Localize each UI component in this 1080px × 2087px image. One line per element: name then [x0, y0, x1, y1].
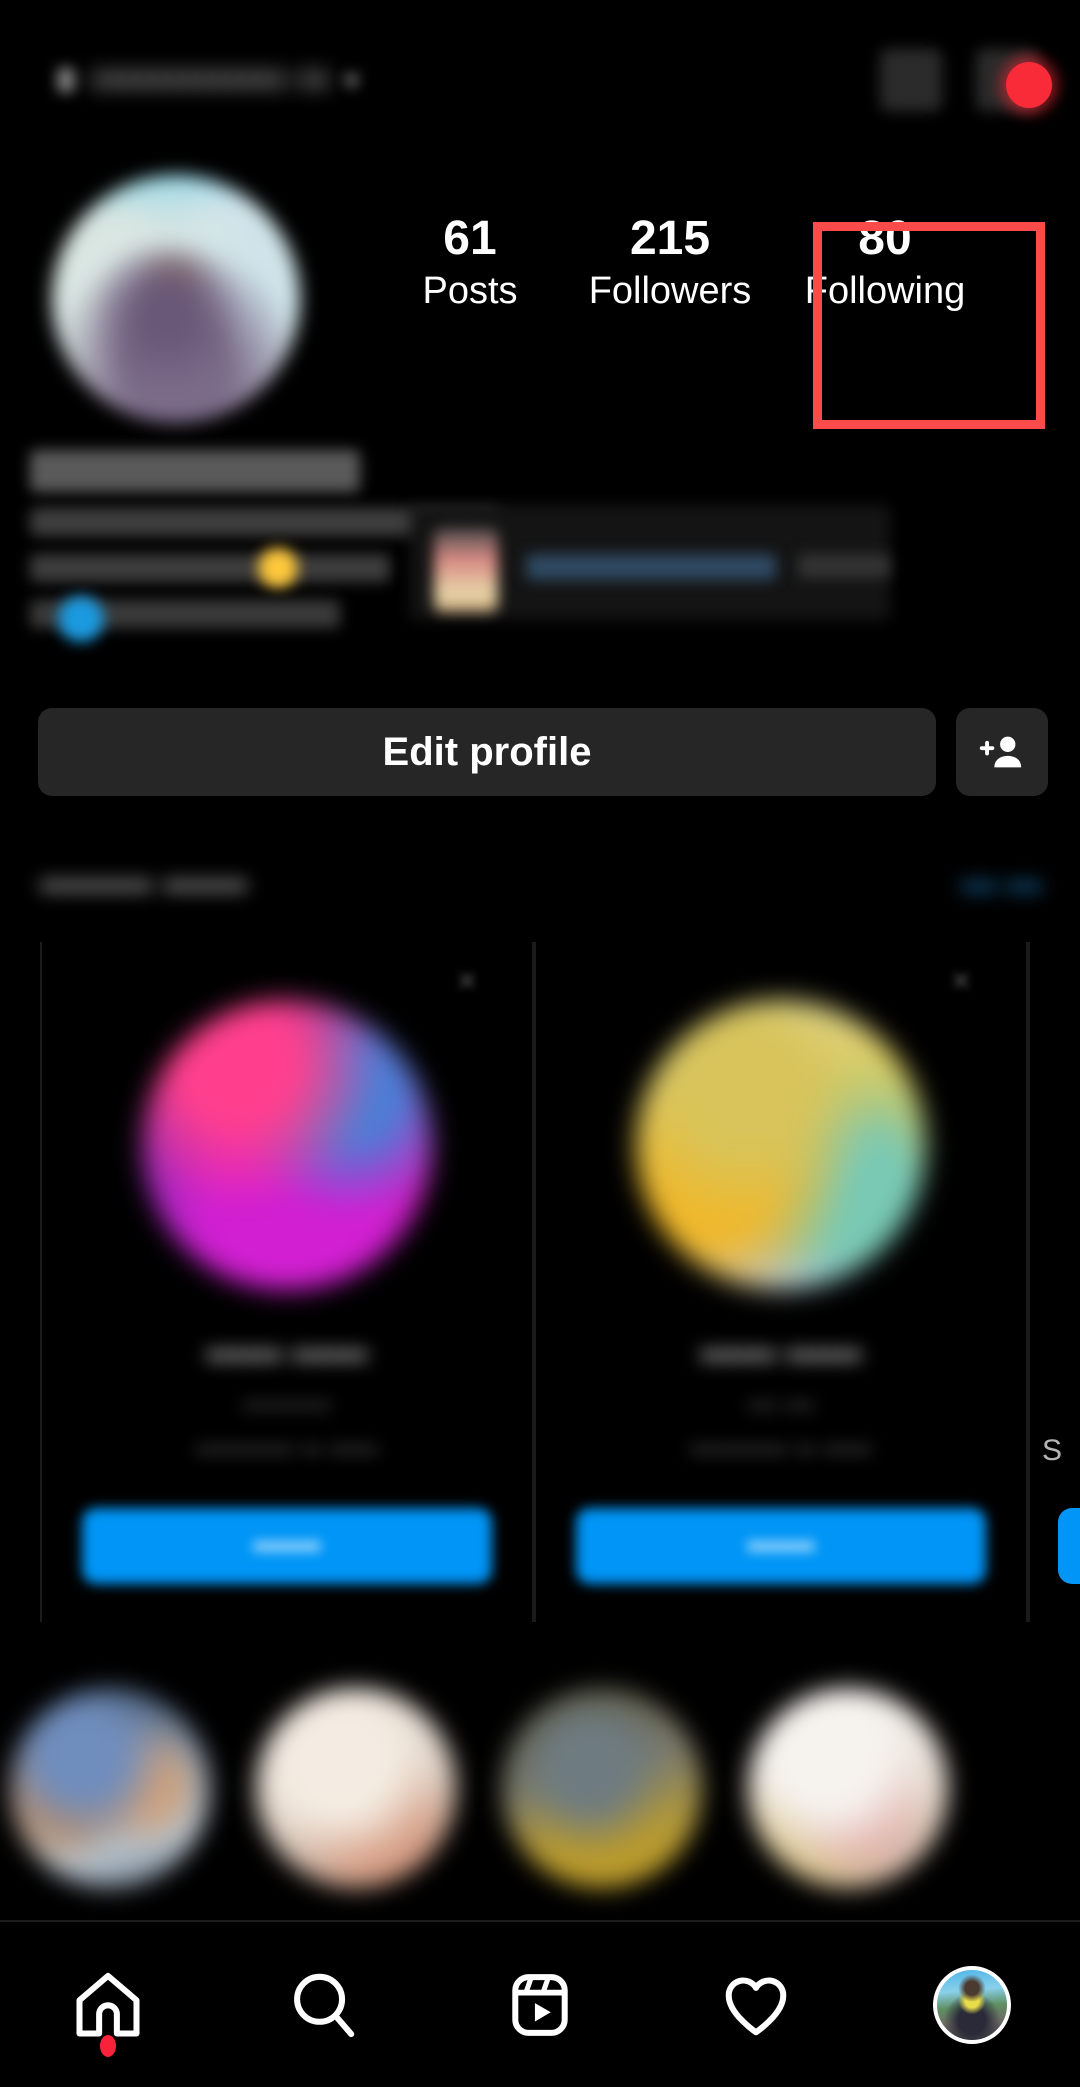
bio-verified-badge-icon [58, 596, 104, 642]
story-highlights-row[interactable] [0, 1668, 1080, 1908]
close-icon[interactable]: ✕ [948, 968, 974, 994]
discover-people-header: •••••••• •••••• ••• ••• [0, 858, 1080, 934]
story-highlight-3[interactable] [502, 1688, 702, 1888]
stat-posts[interactable]: 61 Posts [370, 211, 570, 317]
discover-people-carousel[interactable]: ✕ •••••• •••••• ••••••••• •••••••••• •• … [40, 942, 1080, 1622]
posts-count: 61 [370, 211, 570, 266]
nav-search[interactable] [234, 1945, 414, 2065]
suggestion-card[interactable]: S [1028, 942, 1080, 1622]
profile-header: 61 Posts 215 Followers 80 Following [0, 175, 1080, 425]
bio-linked-account-avatar [434, 528, 498, 612]
follow-button[interactable] [1058, 1508, 1080, 1584]
suggestion-subtitle: ••••••••• [72, 1390, 502, 1422]
notification-badge-dot [1006, 62, 1052, 108]
followers-count: 215 [570, 211, 770, 266]
profile-avatar[interactable] [52, 175, 300, 423]
search-icon [286, 1967, 362, 2043]
nav-reels[interactable] [450, 1945, 630, 2065]
profile-bio [30, 450, 870, 665]
suggestion-meta: •••••••••• •• ••••• [57, 1434, 517, 1466]
edit-profile-button[interactable]: Edit profile [38, 708, 936, 796]
follow-button[interactable]: •••••• [82, 1508, 492, 1584]
bio-linked-account-handle [526, 554, 776, 580]
bio-display-name [30, 450, 360, 492]
nav-activity[interactable] [666, 1945, 846, 2065]
following-label: Following [770, 266, 1000, 317]
suggestion-name: •••••• •••••• [72, 1334, 502, 1376]
heart-icon [718, 1967, 794, 2043]
bio-sun-emoji-icon [258, 548, 298, 588]
bottom-navigation-bar [0, 1920, 1080, 2087]
story-highlight-1[interactable] [10, 1688, 210, 1888]
nav-home[interactable] [18, 1945, 198, 2065]
lock-icon [58, 68, 74, 92]
follow-button[interactable]: •••••• [576, 1508, 986, 1584]
profile-actions: Edit profile [0, 702, 1080, 802]
suggestion-meta: •••••••••• •• ••••• [551, 1434, 1011, 1466]
add-post-icon[interactable] [880, 49, 942, 111]
suggestion-card[interactable]: ✕ •••••• •••••• ••••••••• •••••••••• •• … [40, 942, 534, 1622]
stat-following[interactable]: 80 Following [770, 211, 1000, 317]
following-count: 80 [770, 211, 1000, 266]
home-badge-dot [100, 2035, 116, 2057]
see-all-link[interactable]: ••• ••• [961, 868, 1042, 907]
profile-stats: 61 Posts 215 Followers 80 Following [370, 211, 1080, 317]
story-highlight-4[interactable] [748, 1688, 948, 1888]
add-person-icon [979, 729, 1025, 775]
bio-linked-account-meta [798, 554, 890, 578]
suggestion-card[interactable]: ✕ •••••• •••••• ••• ••• •••••••••• •• ••… [534, 942, 1028, 1622]
bio-line-2 [30, 554, 390, 582]
add-person-button[interactable] [956, 708, 1048, 796]
home-icon [70, 1967, 146, 2043]
profile-avatar-icon [933, 1966, 1011, 2044]
story-highlight-2[interactable] [256, 1688, 456, 1888]
suggestion-avatar[interactable] [636, 1000, 926, 1290]
suggestion-avatar[interactable] [142, 1000, 432, 1290]
posts-label: Posts [370, 266, 570, 317]
nav-profile[interactable] [882, 1945, 1062, 2065]
followers-label: Followers [570, 266, 770, 317]
suggestion-name: •••••• •••••• [566, 1334, 996, 1376]
suggestion-meta: S [1042, 1434, 1080, 1468]
chevron-down-icon[interactable]: ▾ [345, 65, 358, 96]
stat-followers[interactable]: 215 Followers [570, 211, 770, 317]
top-bar: ••••••••••••• •• ▾ [0, 40, 1080, 120]
profile-username[interactable]: ••••••••••••• •• [92, 58, 329, 103]
discover-people-title: •••••••• •••••• [40, 864, 247, 909]
suggestion-subtitle: ••• ••• [566, 1390, 996, 1422]
instagram-profile-screen: ••••••••••••• •• ▾ 61 Posts 215 Follower… [0, 0, 1080, 2087]
reels-icon [502, 1967, 578, 2043]
close-icon[interactable]: ✕ [454, 968, 480, 994]
